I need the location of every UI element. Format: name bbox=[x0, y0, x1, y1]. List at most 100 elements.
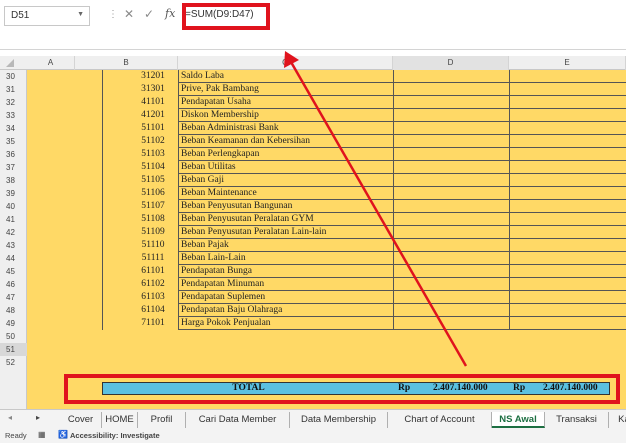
row-number[interactable]: 50 bbox=[0, 330, 27, 343]
debit-cell[interactable] bbox=[393, 148, 509, 161]
account-name-cell[interactable]: Saldo Laba bbox=[178, 70, 420, 83]
account-name-cell[interactable]: Diskon Membership bbox=[178, 109, 420, 122]
debit-cell[interactable] bbox=[393, 161, 509, 174]
debit-cell[interactable] bbox=[393, 213, 509, 226]
debit-cell[interactable] bbox=[393, 174, 509, 187]
accessibility-icon[interactable]: ♿ bbox=[58, 430, 68, 439]
column-header-a[interactable]: A bbox=[27, 56, 75, 70]
tab-cover[interactable]: Cover bbox=[60, 412, 102, 428]
credit-cell[interactable] bbox=[509, 109, 626, 122]
credit-cell[interactable] bbox=[509, 161, 626, 174]
credit-cell[interactable] bbox=[509, 252, 626, 265]
select-all-icon[interactable] bbox=[6, 59, 14, 67]
insert-function-icon[interactable]: fx bbox=[165, 7, 175, 20]
row-number[interactable]: 37 bbox=[0, 161, 27, 174]
debit-cell[interactable] bbox=[393, 109, 509, 122]
credit-cell[interactable] bbox=[509, 122, 626, 135]
credit-cell[interactable] bbox=[509, 291, 626, 304]
tab-kartu[interactable]: Kartu bbox=[609, 412, 626, 428]
credit-cell[interactable] bbox=[509, 148, 626, 161]
enter-icon[interactable]: ✓ bbox=[144, 7, 154, 21]
account-name-cell[interactable]: Beban Pajak bbox=[178, 239, 420, 252]
row-number[interactable]: 32 bbox=[0, 96, 27, 109]
tab-data-membership[interactable]: Data Membership bbox=[290, 412, 388, 428]
account-name-cell[interactable]: Beban Gaji bbox=[178, 174, 420, 187]
row-number[interactable]: 46 bbox=[0, 278, 27, 291]
row-number[interactable]: 38 bbox=[0, 174, 27, 187]
name-box[interactable]: D51 ▼ bbox=[4, 6, 90, 26]
column-header-c[interactable]: C bbox=[178, 56, 393, 70]
row-number[interactable]: 42 bbox=[0, 226, 27, 239]
debit-cell[interactable] bbox=[393, 317, 509, 330]
account-name-cell[interactable]: Beban Penyusutan Peralatan GYM bbox=[178, 213, 420, 226]
debit-cell[interactable] bbox=[393, 252, 509, 265]
account-name-cell[interactable]: Beban Keamanan dan Kebersihan bbox=[178, 135, 420, 148]
credit-cell[interactable] bbox=[509, 278, 626, 291]
row-number[interactable]: 30 bbox=[0, 70, 27, 83]
row-number[interactable]: 52 bbox=[0, 356, 27, 369]
tab-chart-of-account[interactable]: Chart of Account bbox=[388, 412, 492, 428]
row-number[interactable]: 33 bbox=[0, 109, 27, 122]
tab-ns-awal[interactable]: NS Awal bbox=[492, 412, 545, 428]
column-header-d[interactable]: D bbox=[393, 56, 509, 70]
row-number[interactable]: 44 bbox=[0, 252, 27, 265]
row-number[interactable]: 51 bbox=[0, 343, 27, 356]
chevron-left-icon[interactable]: ◂ bbox=[8, 413, 12, 422]
debit-cell[interactable] bbox=[393, 122, 509, 135]
credit-cell[interactable] bbox=[509, 174, 626, 187]
account-name-cell[interactable]: Prive, Pak Bambang bbox=[178, 83, 420, 96]
credit-cell[interactable] bbox=[509, 213, 626, 226]
row-number[interactable]: 49 bbox=[0, 317, 27, 330]
debit-cell[interactable] bbox=[393, 291, 509, 304]
tab-cari-data-member[interactable]: Cari Data Member bbox=[186, 412, 290, 428]
debit-cell[interactable] bbox=[393, 135, 509, 148]
credit-cell[interactable] bbox=[509, 70, 626, 83]
chevron-right-icon[interactable]: ▸ bbox=[36, 413, 40, 422]
row-number[interactable]: 36 bbox=[0, 148, 27, 161]
credit-cell[interactable] bbox=[509, 83, 626, 96]
account-name-cell[interactable]: Harga Pokok Penjualan bbox=[178, 317, 420, 330]
credit-cell[interactable] bbox=[509, 239, 626, 252]
row-number[interactable]: 34 bbox=[0, 122, 27, 135]
debit-cell[interactable] bbox=[393, 70, 509, 83]
account-name-cell[interactable]: Beban Penyusutan Bangunan bbox=[178, 200, 420, 213]
credit-cell[interactable] bbox=[509, 135, 626, 148]
row-number[interactable]: 43 bbox=[0, 239, 27, 252]
debit-cell[interactable] bbox=[393, 187, 509, 200]
debit-cell[interactable] bbox=[393, 83, 509, 96]
credit-cell[interactable] bbox=[509, 226, 626, 239]
row-number[interactable]: 40 bbox=[0, 200, 27, 213]
credit-cell[interactable] bbox=[509, 96, 626, 109]
debit-cell[interactable] bbox=[393, 200, 509, 213]
debit-cell[interactable] bbox=[393, 278, 509, 291]
credit-cell[interactable] bbox=[509, 187, 626, 200]
debit-cell[interactable] bbox=[393, 304, 509, 317]
row-number[interactable]: 47 bbox=[0, 291, 27, 304]
tab-transaksi[interactable]: Transaksi bbox=[545, 412, 609, 428]
chevron-down-icon[interactable]: ▼ bbox=[77, 11, 84, 18]
tab-profil[interactable]: Profil bbox=[138, 412, 186, 428]
worksheet-grid[interactable]: 30 31 32 33 34 35 36 37 38 39 40 41 42 43 44 45 46 47 48 49… bbox=[0, 51, 626, 409]
tab-home[interactable]: HOME bbox=[102, 412, 138, 428]
debit-cell[interactable] bbox=[393, 239, 509, 252]
macro-record-icon[interactable]: ▦ bbox=[38, 430, 46, 439]
credit-cell[interactable] bbox=[509, 304, 626, 317]
account-name-cell[interactable]: Pendapatan Bunga bbox=[178, 265, 420, 278]
row-number[interactable]: 35 bbox=[0, 135, 27, 148]
account-name-cell[interactable]: Beban Penyusutan Peralatan Lain-lain bbox=[178, 226, 420, 239]
row-number[interactable]: 31 bbox=[0, 83, 27, 96]
account-name-cell[interactable]: Pendapatan Baju Olahraga bbox=[178, 304, 420, 317]
accessibility-status[interactable]: Accessibility: Investigate bbox=[70, 431, 160, 440]
cancel-icon[interactable]: ✕ bbox=[124, 7, 134, 21]
column-header-e[interactable]: E bbox=[509, 56, 626, 70]
account-name-cell[interactable]: Beban Maintenance bbox=[178, 187, 420, 200]
row-number[interactable]: 45 bbox=[0, 265, 27, 278]
account-name-cell[interactable]: Pendapatan Usaha bbox=[178, 96, 420, 109]
account-name-cell[interactable]: Beban Administrasi Bank bbox=[178, 122, 420, 135]
account-name-cell[interactable]: Beban Lain-Lain bbox=[178, 252, 420, 265]
account-name-cell[interactable]: Beban Perlengkapan bbox=[178, 148, 420, 161]
row-number[interactable]: 39 bbox=[0, 187, 27, 200]
credit-cell[interactable] bbox=[509, 317, 626, 330]
account-name-cell[interactable]: Pendapatan Minuman bbox=[178, 278, 420, 291]
credit-cell[interactable] bbox=[509, 265, 626, 278]
